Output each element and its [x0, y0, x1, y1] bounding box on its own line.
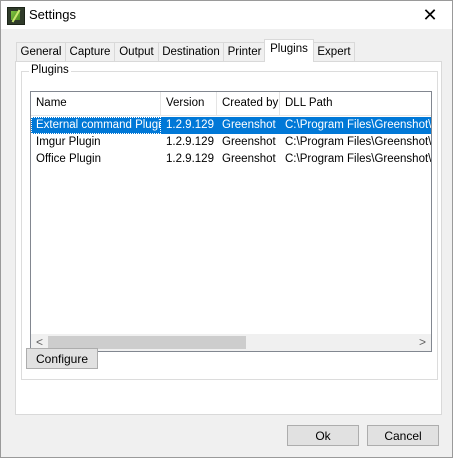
- tab-capture[interactable]: Capture: [65, 42, 115, 61]
- greenshot-app-icon: [7, 7, 25, 25]
- cell-dll-path: C:\Program Files\Greenshot\Plugi: [285, 153, 431, 165]
- configure-button[interactable]: Configure: [26, 348, 98, 369]
- cell-name: Imgur Plugin: [36, 136, 101, 148]
- list-row-office-plugin[interactable]: Office Plugin 1.2.9.129 Greenshot C:\Pro…: [31, 151, 431, 168]
- tab-destination[interactable]: Destination: [158, 42, 224, 61]
- cell-dll-path: C:\Program Files\Greenshot\Plugi: [285, 136, 431, 148]
- cell-dll-path: C:\Program Files\Greenshot\Plugi: [285, 119, 431, 131]
- list-row-imgur-plugin[interactable]: Imgur Plugin 1.2.9.129 Greenshot C:\Prog…: [31, 134, 431, 151]
- list-header: Name Version Created by DLL Path: [31, 92, 431, 116]
- cell-name: Office Plugin: [36, 153, 101, 165]
- cell-created-by: Greenshot: [222, 153, 276, 165]
- column-header-version[interactable]: Version: [161, 92, 217, 115]
- cell-name: External command Plugin: [31, 117, 161, 134]
- tab-plugins[interactable]: Plugins: [264, 39, 314, 62]
- column-header-name[interactable]: Name: [31, 92, 161, 115]
- cell-version: 1.2.9.129: [166, 119, 214, 131]
- settings-window: Settings ✕ General Capture Output Destin…: [0, 0, 453, 458]
- scroll-right-arrow[interactable]: >: [414, 334, 431, 351]
- window-title: Settings: [29, 7, 76, 22]
- tab-printer[interactable]: Printer: [223, 42, 266, 61]
- ok-button[interactable]: Ok: [287, 425, 359, 446]
- tab-output[interactable]: Output: [114, 42, 159, 61]
- plugins-list[interactable]: Name Version Created by DLL Path Externa…: [30, 91, 432, 352]
- plugins-tab-panel: Plugins Name Version Created by DLL Path…: [15, 61, 442, 415]
- close-button[interactable]: ✕: [408, 1, 452, 29]
- cell-version: 1.2.9.129: [166, 136, 214, 148]
- cell-created-by: Greenshot: [222, 119, 276, 131]
- tab-expert[interactable]: Expert: [313, 42, 355, 61]
- cell-created-by: Greenshot: [222, 136, 276, 148]
- column-header-dll-path[interactable]: DLL Path: [280, 92, 431, 115]
- cancel-button[interactable]: Cancel: [367, 425, 439, 446]
- plugins-groupbox: Plugins Name Version Created by DLL Path…: [21, 64, 438, 380]
- column-header-created-by[interactable]: Created by: [217, 92, 280, 115]
- title-bar[interactable]: Settings ✕: [1, 1, 452, 29]
- list-row-external-command-plugin[interactable]: External command Plugin 1.2.9.129 Greens…: [31, 117, 431, 134]
- plugins-group-label: Plugins: [29, 64, 71, 76]
- tab-general[interactable]: General: [16, 42, 66, 61]
- cell-version: 1.2.9.129: [166, 153, 214, 165]
